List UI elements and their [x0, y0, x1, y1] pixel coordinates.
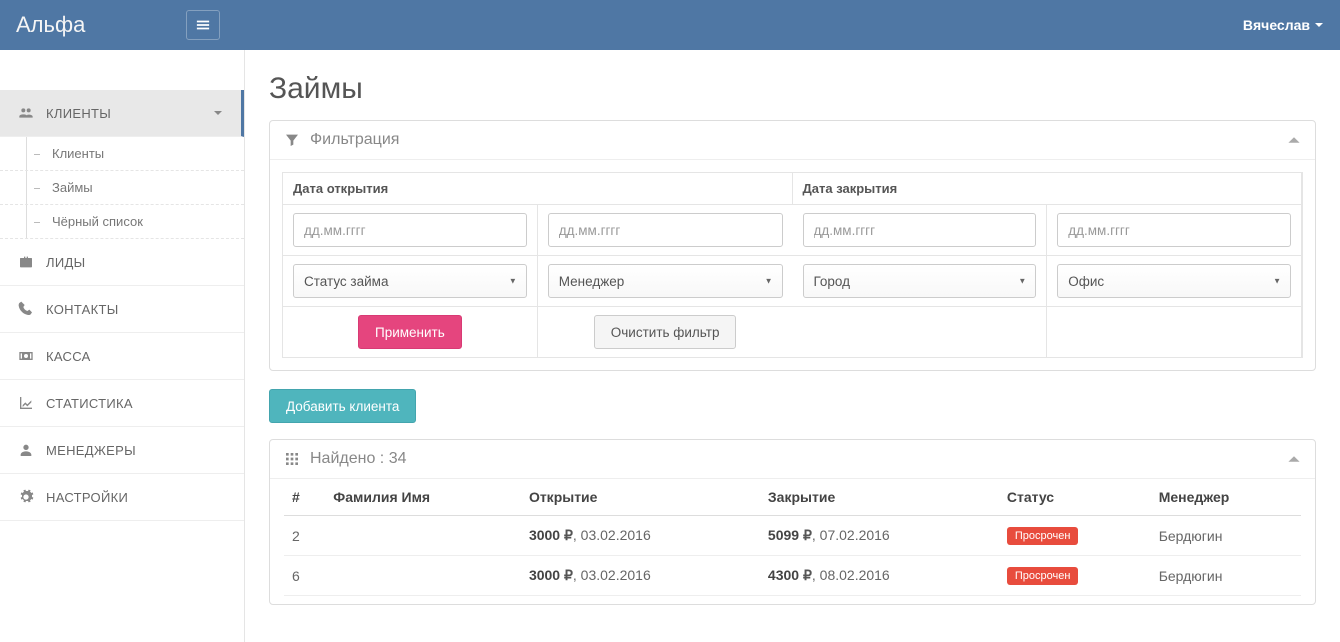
- close-date-from-input[interactable]: [803, 213, 1037, 247]
- nav-label: СТАТИСТИКА: [46, 396, 133, 411]
- results-count: Найдено : 34: [310, 450, 407, 468]
- briefcase-icon: [18, 254, 34, 270]
- chevron-up-icon[interactable]: [1287, 133, 1301, 147]
- gear-icon: [18, 489, 34, 505]
- user-name: Вячеслав: [1243, 17, 1310, 33]
- results-table: # Фамилия Имя Открытие Закрытие Статус М…: [284, 479, 1301, 596]
- sidebar: КЛИЕНТЫ Клиенты Займы Чёрный список ЛИДЫ…: [0, 50, 245, 642]
- cell-name: [325, 556, 521, 596]
- chevron-up-icon[interactable]: [1287, 452, 1301, 466]
- clear-filter-button[interactable]: Очистить фильтр: [594, 315, 737, 349]
- sidebar-item-managers[interactable]: МЕНЕДЖЕРЫ: [0, 427, 244, 474]
- results-panel-head[interactable]: Найдено : 34: [270, 440, 1315, 479]
- cell-name: [325, 516, 521, 556]
- sidebar-item-stats[interactable]: СТАТИСТИКА: [0, 380, 244, 427]
- col-manager[interactable]: Менеджер: [1151, 479, 1301, 516]
- sidebar-item-clients[interactable]: КЛИЕНТЫ: [0, 90, 244, 137]
- cell-open: 3000 ₽, 03.02.2016: [521, 516, 760, 556]
- cell-num: 2: [284, 516, 325, 556]
- sidebar-item-settings[interactable]: НАСТРОЙКИ: [0, 474, 244, 521]
- cell-manager: Бердюгин: [1151, 556, 1301, 596]
- cell-status: Просрочен: [999, 556, 1151, 596]
- user-icon: [18, 442, 34, 458]
- col-num[interactable]: #: [284, 479, 325, 516]
- nav-label: КОНТАКТЫ: [46, 302, 119, 317]
- office-select[interactable]: Офис: [1057, 264, 1291, 298]
- city-select[interactable]: Город: [803, 264, 1037, 298]
- nav-label: МЕНЕДЖЕРЫ: [46, 443, 136, 458]
- page-title: Займы: [269, 66, 1316, 120]
- apply-filter-button[interactable]: Применить: [358, 315, 462, 349]
- cell-close: 5099 ₽, 07.02.2016: [760, 516, 999, 556]
- filter-title: Фильтрация: [310, 131, 399, 149]
- sidebar-item-contacts[interactable]: КОНТАКТЫ: [0, 286, 244, 333]
- sidebar-item-leads[interactable]: ЛИДЫ: [0, 239, 244, 286]
- cell-num: 6: [284, 556, 325, 596]
- col-status[interactable]: Статус: [999, 479, 1151, 516]
- nav-label: ЛИДЫ: [46, 255, 85, 270]
- chevron-down-icon: [1314, 20, 1324, 30]
- table-row[interactable]: 2 3000 ₽, 03.02.20165099 ₽, 07.02.2016 Про…: [284, 516, 1301, 556]
- menu-toggle-button[interactable]: [186, 10, 220, 40]
- col-name[interactable]: Фамилия Имя: [325, 479, 521, 516]
- col-open[interactable]: Открытие: [521, 479, 760, 516]
- col-close[interactable]: Закрытие: [760, 479, 999, 516]
- filter-panel-head[interactable]: Фильтрация: [270, 121, 1315, 160]
- sidebar-sub-clients[interactable]: Клиенты: [0, 137, 244, 171]
- sidebar-submenu: Клиенты Займы Чёрный список: [0, 137, 244, 239]
- cell-manager: Бердюгин: [1151, 516, 1301, 556]
- hamburger-icon: [196, 18, 210, 32]
- status-select[interactable]: Статус займа: [293, 264, 527, 298]
- nav-label: НАСТРОЙКИ: [46, 490, 128, 505]
- brand[interactable]: Альфа: [16, 12, 186, 38]
- cell-status: Просрочен: [999, 516, 1151, 556]
- status-badge: Просрочен: [1007, 567, 1079, 585]
- add-client-button[interactable]: Добавить клиента: [269, 389, 416, 423]
- status-badge: Просрочен: [1007, 527, 1079, 545]
- filter-panel: Фильтрация Дата открытия Дата закрытия С…: [269, 120, 1316, 371]
- open-date-from-input[interactable]: [293, 213, 527, 247]
- sidebar-item-cash[interactable]: КАССА: [0, 333, 244, 380]
- topbar: Альфа Вячеслав: [0, 0, 1340, 50]
- nav-label: КАССА: [46, 349, 91, 364]
- chart-icon: [18, 395, 34, 411]
- filter-icon: [284, 132, 300, 148]
- results-panel: Найдено : 34 # Фамилия Имя Открытие Закр…: [269, 439, 1316, 605]
- table-row[interactable]: 6 3000 ₽, 03.02.20164300 ₽, 08.02.2016 Про…: [284, 556, 1301, 596]
- money-icon: [18, 348, 34, 364]
- sidebar-sub-loans[interactable]: Займы: [0, 171, 244, 205]
- cell-close: 4300 ₽, 08.02.2016: [760, 556, 999, 596]
- phone-icon: [18, 301, 34, 317]
- caret-down-icon: [213, 108, 223, 118]
- users-icon: [18, 105, 34, 121]
- grid-icon: [284, 451, 300, 467]
- sidebar-sub-blacklist[interactable]: Чёрный список: [0, 205, 244, 239]
- close-date-label: Дата закрытия: [793, 173, 1303, 205]
- open-date-to-input[interactable]: [548, 213, 783, 247]
- close-date-to-input[interactable]: [1057, 213, 1291, 247]
- main-content: Займы Фильтрация Дата открытия Дата закр…: [245, 50, 1340, 642]
- open-date-label: Дата открытия: [283, 173, 793, 205]
- user-menu[interactable]: Вячеслав: [1243, 17, 1324, 33]
- cell-open: 3000 ₽, 03.02.2016: [521, 556, 760, 596]
- nav-label: КЛИЕНТЫ: [46, 106, 111, 121]
- manager-select[interactable]: Менеджер: [548, 264, 783, 298]
